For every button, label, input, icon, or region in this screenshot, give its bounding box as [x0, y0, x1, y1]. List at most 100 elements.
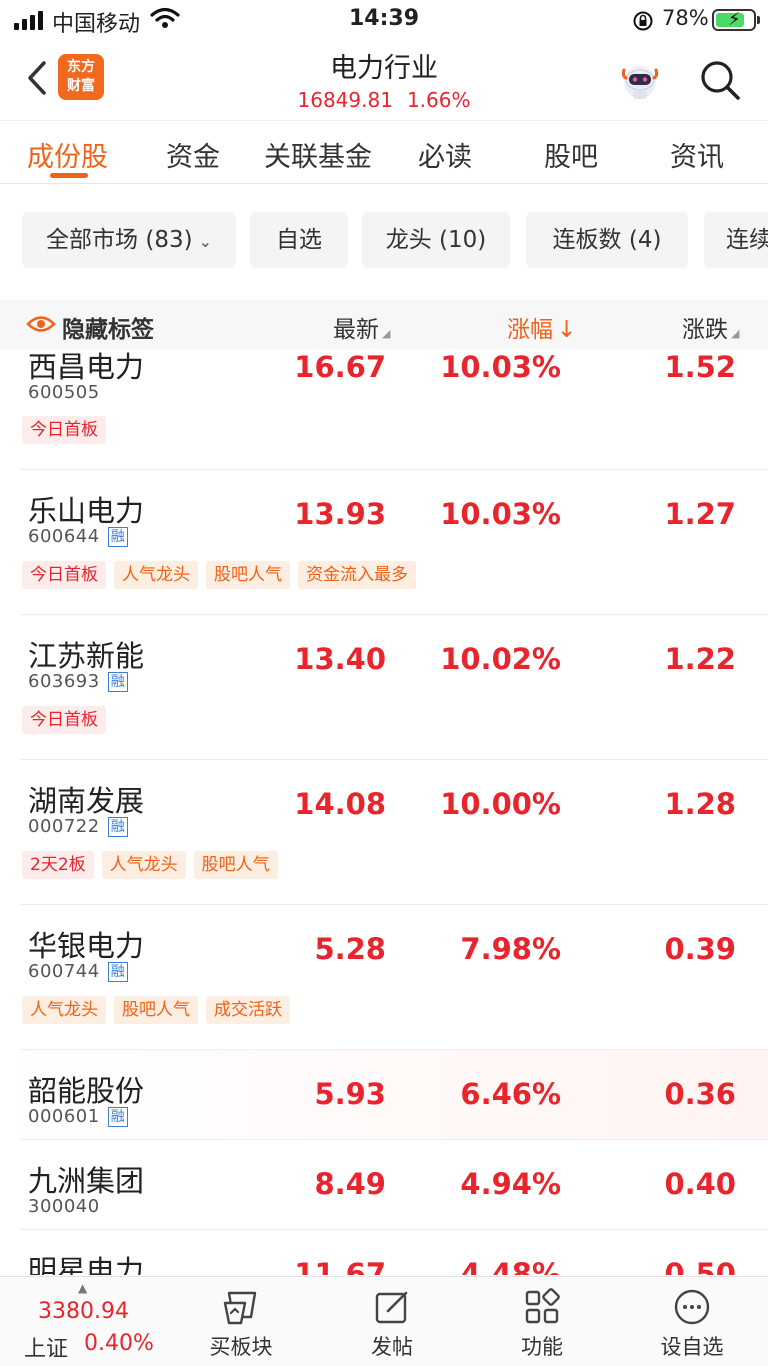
nav-functions[interactable]: 功能 — [487, 1285, 597, 1365]
post-icon — [375, 1291, 408, 1324]
stock-tag: 股吧人气 — [206, 561, 290, 589]
stock-price: 16.67 — [294, 350, 386, 384]
filter-chips: 全部市场 (83) ⌄ 自选 龙头 (10) 连板数 (4) 连续 — [0, 212, 768, 270]
stock-change: 1.52 — [664, 350, 736, 384]
column-change[interactable]: 涨跌 ◢ — [682, 310, 739, 344]
stock-tag: 今日首板 — [22, 706, 106, 734]
column-header: 隐藏标签 最新 ◢ 涨幅 ↓ 涨跌 ◢ — [0, 300, 768, 350]
expand-up-icon[interactable]: ▲ — [78, 1281, 87, 1295]
stock-price: 11.67 — [294, 1257, 386, 1275]
tab-forum[interactable]: 股吧 — [544, 135, 598, 174]
stock-row[interactable]: 九洲集团 300040 8.49 4.94% 0.40 — [0, 1140, 768, 1230]
app-header: 东方 财富 电力行业 16849.81 1.66% — [0, 40, 768, 120]
stock-row[interactable]: 华银电力 600744 融 5.28 7.98% 0.39 人气龙头 股吧人气 成… — [0, 905, 768, 1050]
stock-code: 000722 融 — [28, 816, 129, 837]
sector-index-value: 16849.81 — [297, 88, 393, 112]
stock-tag: 股吧人气 — [114, 996, 198, 1024]
sort-desc-icon: ↓ — [557, 317, 577, 343]
market-index-widget[interactable]: ▲ 3380.94 上证 0.40% — [0, 1277, 170, 1366]
stock-change-pct: 6.46% — [460, 1077, 561, 1111]
nav-post[interactable]: 发帖 — [337, 1285, 447, 1365]
stock-change-pct: 10.02% — [440, 642, 561, 676]
stock-row[interactable]: 明星电力 11.67 4.48% 0.50 — [0, 1230, 768, 1275]
tab-constituents[interactable]: 成份股 — [27, 135, 108, 174]
stock-change: 0.39 — [664, 932, 736, 966]
column-latest[interactable]: 最新 ◢ — [333, 310, 390, 344]
tab-bar: 成份股 资金 关联基金 必读 股吧 资讯 — [0, 120, 768, 184]
filter-consecutive[interactable]: 连续 — [704, 212, 768, 268]
market-index-name: 上证 — [24, 1337, 69, 1362]
stock-name: 湖南发展 — [28, 784, 145, 818]
stock-price: 14.08 — [294, 787, 386, 821]
stock-price: 13.93 — [294, 497, 386, 531]
stock-change: 0.40 — [664, 1167, 736, 1201]
filter-consecutive-limit[interactable]: 连板数 (4) — [526, 212, 688, 268]
nav-add-watchlist[interactable]: 设自选 — [637, 1285, 747, 1365]
stock-change: 1.28 — [664, 787, 736, 821]
functions-icon — [525, 1288, 560, 1324]
margin-badge: 融 — [107, 1107, 129, 1127]
search-icon — [701, 61, 740, 100]
stock-tag: 人气龙头 — [114, 561, 198, 589]
stock-change: 1.22 — [664, 642, 736, 676]
margin-badge: 融 — [107, 962, 129, 982]
bottom-bar: ▲ 3380.94 上证 0.40% 买板块 发帖 功能 设自选 — [0, 1276, 768, 1366]
stock-code: 600505 — [28, 382, 100, 403]
stock-row[interactable]: 韶能股份 000601 融 5.93 6.46% 0.36 — [0, 1050, 768, 1140]
stock-tag: 资金流入最多 — [298, 561, 416, 589]
rotation-lock-icon — [632, 10, 654, 36]
stock-row[interactable]: 西昌电力 600505 16.67 10.03% 1.52 今日首板 — [0, 350, 768, 470]
stock-row[interactable]: 江苏新能 603693 融 13.40 10.02% 1.22 今日首板 — [0, 615, 768, 760]
stock-change-pct: 10.03% — [440, 350, 561, 384]
battery-icon: ⚡ — [712, 9, 756, 31]
sector-index-change: 1.66% — [406, 88, 471, 112]
stock-change-pct: 10.00% — [440, 787, 561, 821]
battery-percent: 78% — [662, 6, 709, 30]
stock-tag: 人气龙头 — [101, 851, 186, 879]
stock-price: 8.49 — [314, 1167, 386, 1201]
stock-name: 明星电力 — [28, 1254, 145, 1275]
stock-price: 13.40 — [294, 642, 386, 676]
stock-name: 西昌电力 — [28, 350, 145, 384]
stock-change: 0.36 — [664, 1077, 736, 1111]
column-change-pct[interactable]: 涨幅 ↓ — [507, 310, 576, 344]
filter-leaders[interactable]: 龙头 (10) — [362, 212, 510, 268]
eye-icon[interactable] — [26, 314, 56, 334]
more-icon — [674, 1289, 710, 1325]
stock-code: 600744 融 — [28, 961, 129, 982]
stock-row[interactable]: 乐山电力 600644 融 13.93 10.03% 1.27 今日首板 人气龙头… — [0, 470, 768, 615]
tab-funds-flow[interactable]: 资金 — [166, 135, 220, 174]
stock-tag: 人气龙头 — [22, 996, 106, 1024]
stock-code: 000601 融 — [28, 1106, 129, 1127]
stock-tag: 今日首板 — [22, 561, 106, 589]
stock-tag: 股吧人气 — [193, 851, 278, 879]
stock-name: 华银电力 — [28, 929, 145, 963]
status-bar: 中国移动 14:39 78% ⚡ — [0, 0, 768, 40]
sort-icon: ◢ — [382, 327, 391, 340]
stock-tag: 今日首板 — [22, 416, 106, 444]
stock-price: 5.28 — [314, 932, 386, 966]
tab-must-read[interactable]: 必读 — [418, 135, 472, 174]
stock-code: 300040 — [28, 1196, 100, 1217]
tab-related-funds[interactable]: 关联基金 — [264, 135, 372, 174]
active-tab-indicator — [50, 173, 88, 178]
nav-buy-sector[interactable]: 买板块 — [186, 1285, 296, 1365]
stock-code: 600644 融 — [28, 526, 129, 547]
buy-sector-icon — [223, 1291, 257, 1325]
stock-tags: 今日首板 人气龙头 股吧人气 资金流入最多 — [22, 561, 416, 589]
hide-tags-toggle[interactable]: 隐藏标签 — [62, 310, 154, 344]
search-button[interactable] — [696, 56, 744, 104]
market-index-value: 3380.94 — [38, 1299, 129, 1324]
filter-all-markets[interactable]: 全部市场 (83) ⌄ — [22, 212, 236, 268]
stock-change-pct: 4.94% — [460, 1167, 561, 1201]
stock-row[interactable]: 湖南发展 000722 融 14.08 10.00% 1.28 2天2板 人气龙头… — [0, 760, 768, 905]
assistant-robot-icon[interactable] — [616, 56, 664, 104]
filter-watchlist[interactable]: 自选 — [250, 212, 348, 268]
margin-badge: 融 — [107, 817, 129, 837]
sort-icon: ◢ — [731, 327, 740, 340]
stock-change: 1.27 — [664, 497, 736, 531]
stock-change-pct: 7.98% — [460, 932, 561, 966]
stock-tag: 2天2板 — [22, 851, 94, 879]
stock-change-pct: 4.48% — [460, 1257, 561, 1275]
tab-news[interactable]: 资讯 — [670, 135, 724, 174]
